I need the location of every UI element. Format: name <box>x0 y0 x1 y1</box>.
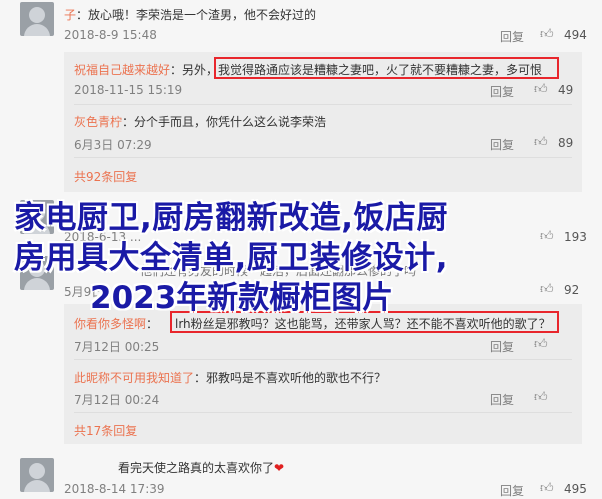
more-replies-link[interactable]: 共17条回复 <box>74 422 137 439</box>
avatar[interactable] <box>20 458 54 492</box>
reply-text: 你看你多怪啊： <box>74 317 159 331</box>
reply-button[interactable]: 回复 <box>490 83 514 100</box>
reply-button[interactable]: 回复 <box>500 482 524 499</box>
reply-body: 邪教吗是不喜欢听他的歌也不行？ <box>206 371 387 385</box>
comment-body: 看完天使之路真的太喜欢你了 <box>118 461 275 475</box>
like-count: 193 <box>564 230 587 244</box>
like-count: 49 <box>558 83 574 97</box>
thumb-up-icon[interactable]: 👍︎ <box>540 282 554 297</box>
thumb-up-icon[interactable]: 👍︎ <box>540 27 554 42</box>
like-count: 89 <box>558 136 574 150</box>
reply-user[interactable]: 祝福自己越来越好 <box>74 63 170 77</box>
comment-text: 看完天使之路真的太喜欢你了❤ <box>118 459 284 476</box>
thumb-up-icon[interactable]: 👍︎ <box>540 481 554 496</box>
reply-date: 6月3日 07:29 <box>74 138 152 152</box>
overlay-title-line2: 房用具大全清单,厨卫装修设计, <box>14 240 449 276</box>
divider <box>74 359 572 360</box>
thumb-up-icon[interactable]: 👍︎ <box>534 135 548 150</box>
thumb-up-icon[interactable]: 👍︎ <box>534 82 548 97</box>
comment-date: 2018-8-14 17:39 <box>64 482 165 496</box>
comment-date: 2018-8-9 15:48 <box>64 28 157 42</box>
overlay-title-line3: 2023年新款橱柜图片 <box>90 280 394 316</box>
reply-text: 祝福自己越来越好：另外， <box>74 63 219 77</box>
heart-icon: ❤ <box>274 461 285 475</box>
like-count: 494 <box>564 28 587 42</box>
reply-date: 7月12日 00:25 <box>74 340 160 354</box>
reply-button[interactable]: 回复 <box>490 136 514 153</box>
reply-user[interactable]: 灰色青柠 <box>74 115 122 129</box>
thumb-up-icon[interactable]: 👍︎ <box>534 390 548 405</box>
comment-text: 子：放心哦！李荣浩是一个渣男，他不会好过的 <box>64 8 317 22</box>
reply-button[interactable]: 回复 <box>490 338 514 355</box>
divider <box>74 157 572 158</box>
reply-body: lrh粉丝是邪教吗？这也能骂，还带家人骂？还不能不喜欢听他的歌了？ <box>175 317 551 331</box>
reply-body: 我觉得路通应该是糟糠之妻吧，火了就不要糟糠之妻，多可恨 <box>218 63 543 77</box>
reply-body: 分个手而且，你凭什么这么说李荣浩 <box>134 115 327 129</box>
overlay-title-line1: 家电厨卫,厨房翻新改造,饭店厨 <box>14 200 449 236</box>
reply-date: 2018-11-15 15:19 <box>74 83 183 97</box>
reply-text: 灰色青柠：分个手而且，你凭什么这么说李荣浩 <box>74 115 327 129</box>
reply-user[interactable]: 你看你多怪啊 <box>74 317 146 331</box>
reply-button[interactable]: 回复 <box>490 391 514 408</box>
thumb-up-icon[interactable]: 👍︎ <box>534 337 548 352</box>
like-count: 495 <box>564 482 587 496</box>
comment-body: 放心哦！李荣浩是一个渣男，他不会好过的 <box>88 8 317 22</box>
more-replies-link[interactable]: 共92条回复 <box>74 168 137 185</box>
reply-user[interactable]: 此昵称不可用我知道了 <box>74 371 194 385</box>
comment-user[interactable]: 子 <box>64 8 76 22</box>
reply-text: 此昵称不可用我知道了：邪教吗是不喜欢听他的歌也不行？ <box>74 371 387 385</box>
avatar[interactable] <box>20 2 54 36</box>
reply-button[interactable]: 回复 <box>500 28 524 45</box>
reply-date: 7月12日 00:24 <box>74 393 160 407</box>
like-count: 92 <box>564 283 580 297</box>
thumb-up-icon[interactable]: 👍︎ <box>540 229 554 244</box>
divider <box>74 104 572 105</box>
divider <box>74 412 572 413</box>
